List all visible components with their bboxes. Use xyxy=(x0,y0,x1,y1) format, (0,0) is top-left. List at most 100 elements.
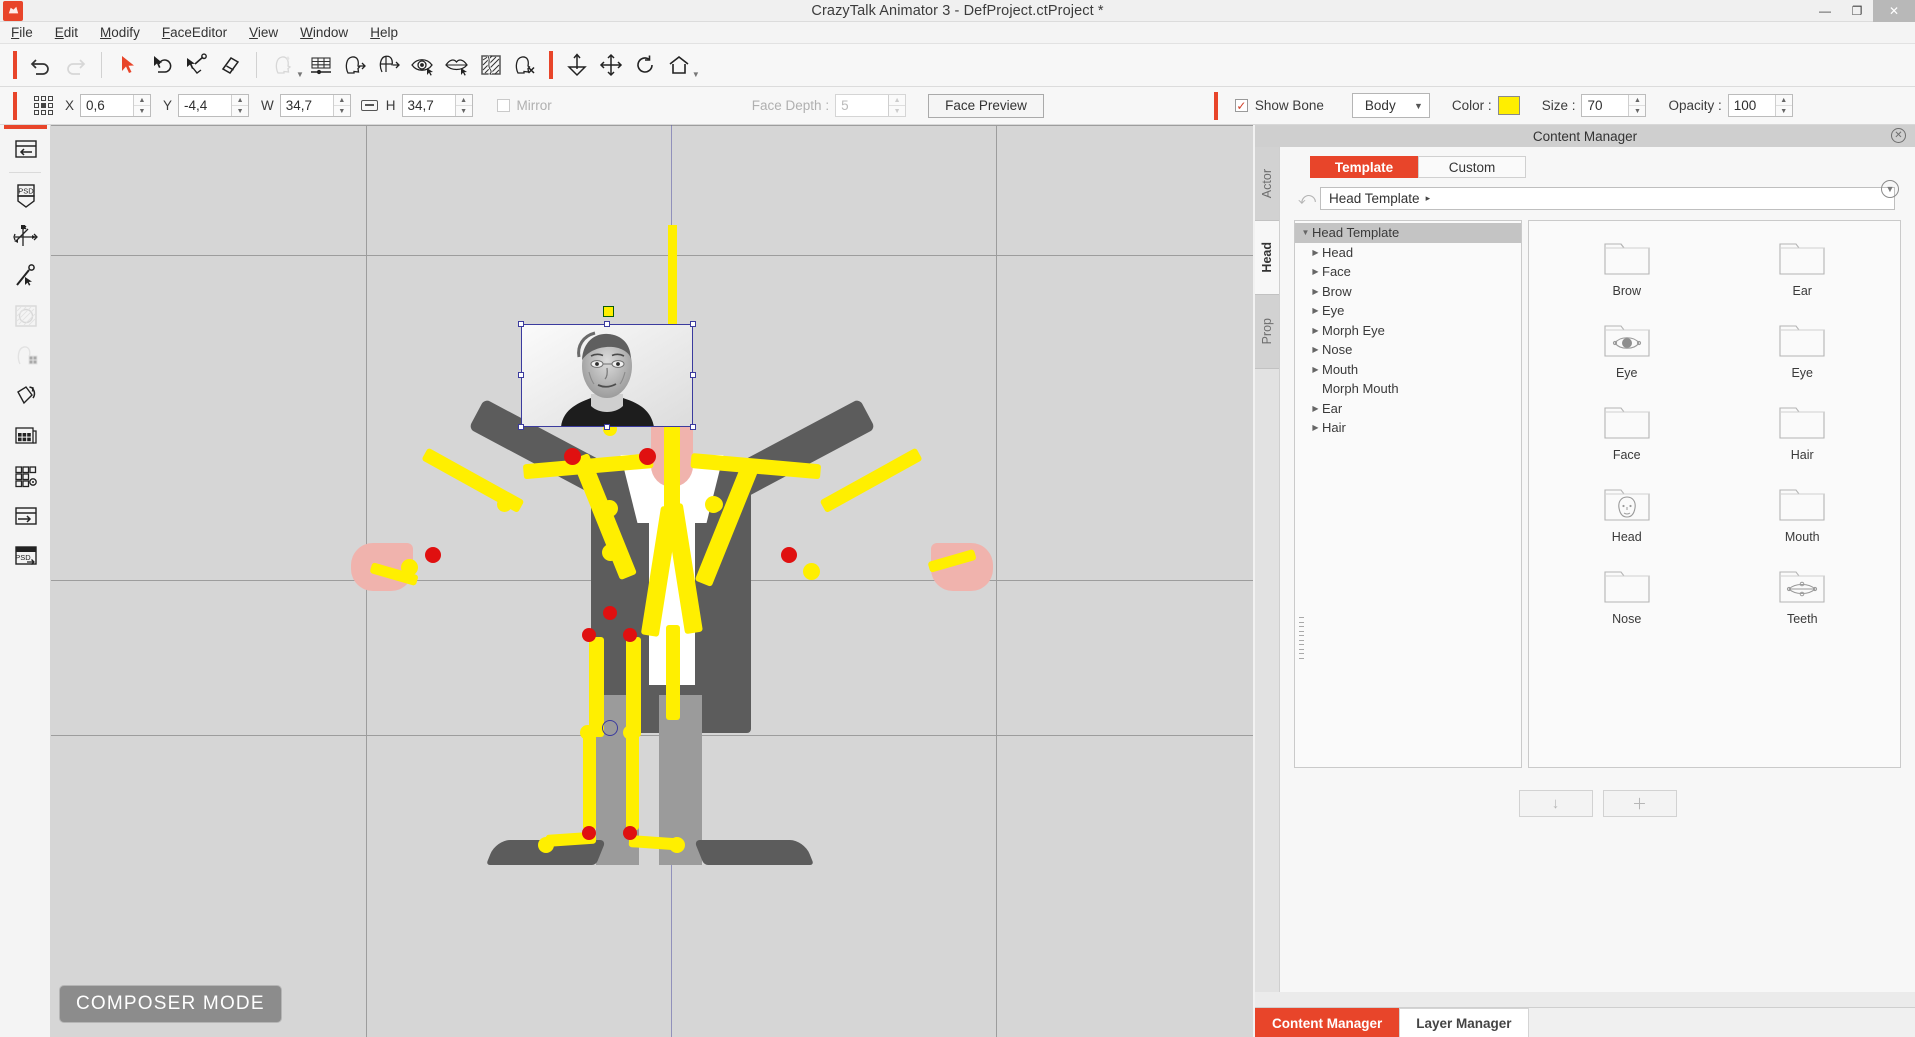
side-tab-prop[interactable]: Prop xyxy=(1255,295,1279,369)
move-tool-icon[interactable] xyxy=(594,49,628,81)
size-value[interactable]: 70 xyxy=(1582,95,1629,116)
w-down[interactable]: ▼ xyxy=(334,106,350,116)
folder-grid[interactable]: Brow Ear Eye Eye Face Hair Head Mouth No… xyxy=(1528,220,1901,768)
menu-help[interactable]: Help xyxy=(359,23,409,42)
panel-splitter-grip[interactable] xyxy=(1299,617,1306,659)
face-depth-down[interactable]: ▼ xyxy=(889,106,905,116)
x-value[interactable]: 0,6 xyxy=(81,95,134,116)
character-root-pivot[interactable] xyxy=(602,720,618,736)
x-down[interactable]: ▼ xyxy=(134,106,150,116)
tree-node-face[interactable]: ▶ Face xyxy=(1295,262,1521,282)
folder-item-eye-morph[interactable]: Eye xyxy=(1602,317,1652,399)
y-value[interactable]: -4,4 xyxy=(179,95,232,116)
pivot-anchor-icon[interactable] xyxy=(560,49,594,81)
home-view-icon[interactable] xyxy=(662,49,696,81)
category-tree[interactable]: ▼ Head Template ▶ Head ▶ Face ▶ Brow ▶ E… xyxy=(1294,220,1522,768)
face-preview-button[interactable]: Face Preview xyxy=(928,93,1044,118)
selection-handle-tr[interactable] xyxy=(690,321,696,327)
psd-import-icon[interactable]: PSD xyxy=(0,176,51,216)
face-fitting-grid-icon[interactable] xyxy=(304,49,338,81)
opacity-stepper[interactable]: 100 ▲ ▼ xyxy=(1727,94,1793,117)
selection-handle-bl[interactable] xyxy=(518,424,524,430)
selection-handle-bc[interactable] xyxy=(604,424,610,430)
joint-wrist-left[interactable] xyxy=(425,547,441,563)
joint-knee-right[interactable] xyxy=(623,725,638,740)
sprite-settings-icon[interactable] xyxy=(0,456,51,496)
bone-head-spine[interactable] xyxy=(668,225,677,330)
folder-item-brow[interactable]: Brow xyxy=(1602,235,1652,317)
tree-node-hair[interactable]: ▶ Hair xyxy=(1295,418,1521,438)
opacity-up[interactable]: ▲ xyxy=(1775,95,1792,106)
joint-hand-right[interactable] xyxy=(803,563,820,580)
w-arrows[interactable]: ▲ ▼ xyxy=(332,95,350,116)
bottom-tab-content-manager[interactable]: Content Manager xyxy=(1255,1008,1400,1037)
joint-knee-left[interactable] xyxy=(580,725,595,740)
tree-twisty-expanded[interactable]: ▼ xyxy=(1299,228,1312,237)
h-down[interactable]: ▼ xyxy=(456,106,472,116)
bone-edit-icon[interactable] xyxy=(0,216,51,256)
mouth-edit-icon[interactable] xyxy=(440,49,474,81)
folder-item-hair[interactable]: Hair xyxy=(1777,399,1827,481)
folder-item-face[interactable]: Face xyxy=(1602,399,1652,481)
face-depth-value[interactable]: 5 xyxy=(836,95,889,116)
w-value[interactable]: 34,7 xyxy=(280,95,333,116)
face-depth-arrows[interactable]: ▲ ▼ xyxy=(888,95,906,116)
restore-button[interactable]: ❐ xyxy=(1841,0,1873,22)
menu-edit[interactable]: Edit xyxy=(44,23,89,42)
bone-thigh-right[interactable] xyxy=(626,637,641,737)
joint-shoulder-right[interactable] xyxy=(639,448,656,465)
tab-template[interactable]: Template xyxy=(1310,156,1418,178)
y-up[interactable]: ▲ xyxy=(232,95,249,106)
tree-twisty-ear[interactable]: ▶ xyxy=(1309,404,1322,413)
face-depth-stepper[interactable]: 5 ▲ ▼ xyxy=(835,94,907,117)
close-circle-icon[interactable]: ✕ xyxy=(1891,128,1906,143)
y-stepper[interactable]: -4,4 ▲ ▼ xyxy=(178,94,250,117)
size-stepper[interactable]: 70 ▲ ▼ xyxy=(1581,94,1647,117)
joint-hip-right[interactable] xyxy=(623,628,637,642)
w-stepper[interactable]: 34,7 ▲ ▼ xyxy=(279,94,351,117)
bone-shin-right[interactable] xyxy=(626,730,639,830)
tree-twisty-nose[interactable]: ▶ xyxy=(1309,345,1322,354)
size-arrows[interactable]: ▲ ▼ xyxy=(1628,95,1646,116)
tree-twisty-brow[interactable]: ▶ xyxy=(1309,287,1322,296)
tree-node-mouth[interactable]: ▶ Mouth xyxy=(1295,360,1521,380)
joint-ankle-left[interactable] xyxy=(582,826,596,840)
sprite-editor-icon[interactable] xyxy=(179,49,213,81)
bone-thigh-left[interactable] xyxy=(589,637,604,737)
folder-item-teeth[interactable]: Teeth xyxy=(1777,563,1827,645)
tree-twisty-hair[interactable]: ▶ xyxy=(1309,423,1322,432)
tree-twisty-mouth[interactable]: ▶ xyxy=(1309,365,1322,374)
tree-node-head[interactable]: ▶ Head xyxy=(1295,243,1521,263)
tree-node-nose[interactable]: ▶ Nose xyxy=(1295,340,1521,360)
x-stepper[interactable]: 0,6 ▲ ▼ xyxy=(80,94,152,117)
selection-handle-ml[interactable] xyxy=(518,372,524,378)
joint-forearm-left[interactable] xyxy=(497,497,512,512)
x-up[interactable]: ▲ xyxy=(134,95,151,106)
flip-rotate-icon[interactable] xyxy=(0,376,51,416)
joint-hip-left[interactable] xyxy=(582,628,596,642)
h-arrows[interactable]: ▲ ▼ xyxy=(454,95,472,116)
menu-modify[interactable]: Modify xyxy=(89,23,151,42)
back-arrow-icon[interactable]: ⤺ xyxy=(1294,189,1320,209)
sprite-list-icon[interactable] xyxy=(0,416,51,456)
joint-hand-left[interactable] xyxy=(401,559,418,576)
folder-item-eye[interactable]: Eye xyxy=(1777,317,1827,399)
joint-chest[interactable] xyxy=(602,544,619,561)
selection-handle-br[interactable] xyxy=(690,424,696,430)
joint-elbow-left[interactable] xyxy=(601,500,618,517)
tree-twisty-head[interactable]: ▶ xyxy=(1309,248,1322,257)
y-arrows[interactable]: ▲ ▼ xyxy=(231,95,249,116)
joint-toe-left[interactable] xyxy=(538,837,554,853)
eye-edit-icon[interactable] xyxy=(406,49,440,81)
tab-custom[interactable]: Custom xyxy=(1418,156,1526,178)
menu-file[interactable]: File xyxy=(0,23,44,42)
bone-target-select[interactable]: Body ▼ xyxy=(1351,93,1430,118)
tree-node-morph-eye[interactable]: ▶ Morph Eye xyxy=(1295,321,1521,341)
folder-item-head[interactable]: Head xyxy=(1602,481,1652,563)
minimize-button[interactable]: — xyxy=(1809,0,1841,22)
bone-shin-left[interactable] xyxy=(583,730,596,830)
stage-canvas[interactable]: COMPOSER MODE xyxy=(51,125,1253,1037)
side-tab-head[interactable]: Head xyxy=(1255,221,1279,295)
y-down[interactable]: ▼ xyxy=(232,106,248,116)
size-down[interactable]: ▼ xyxy=(1629,106,1645,116)
